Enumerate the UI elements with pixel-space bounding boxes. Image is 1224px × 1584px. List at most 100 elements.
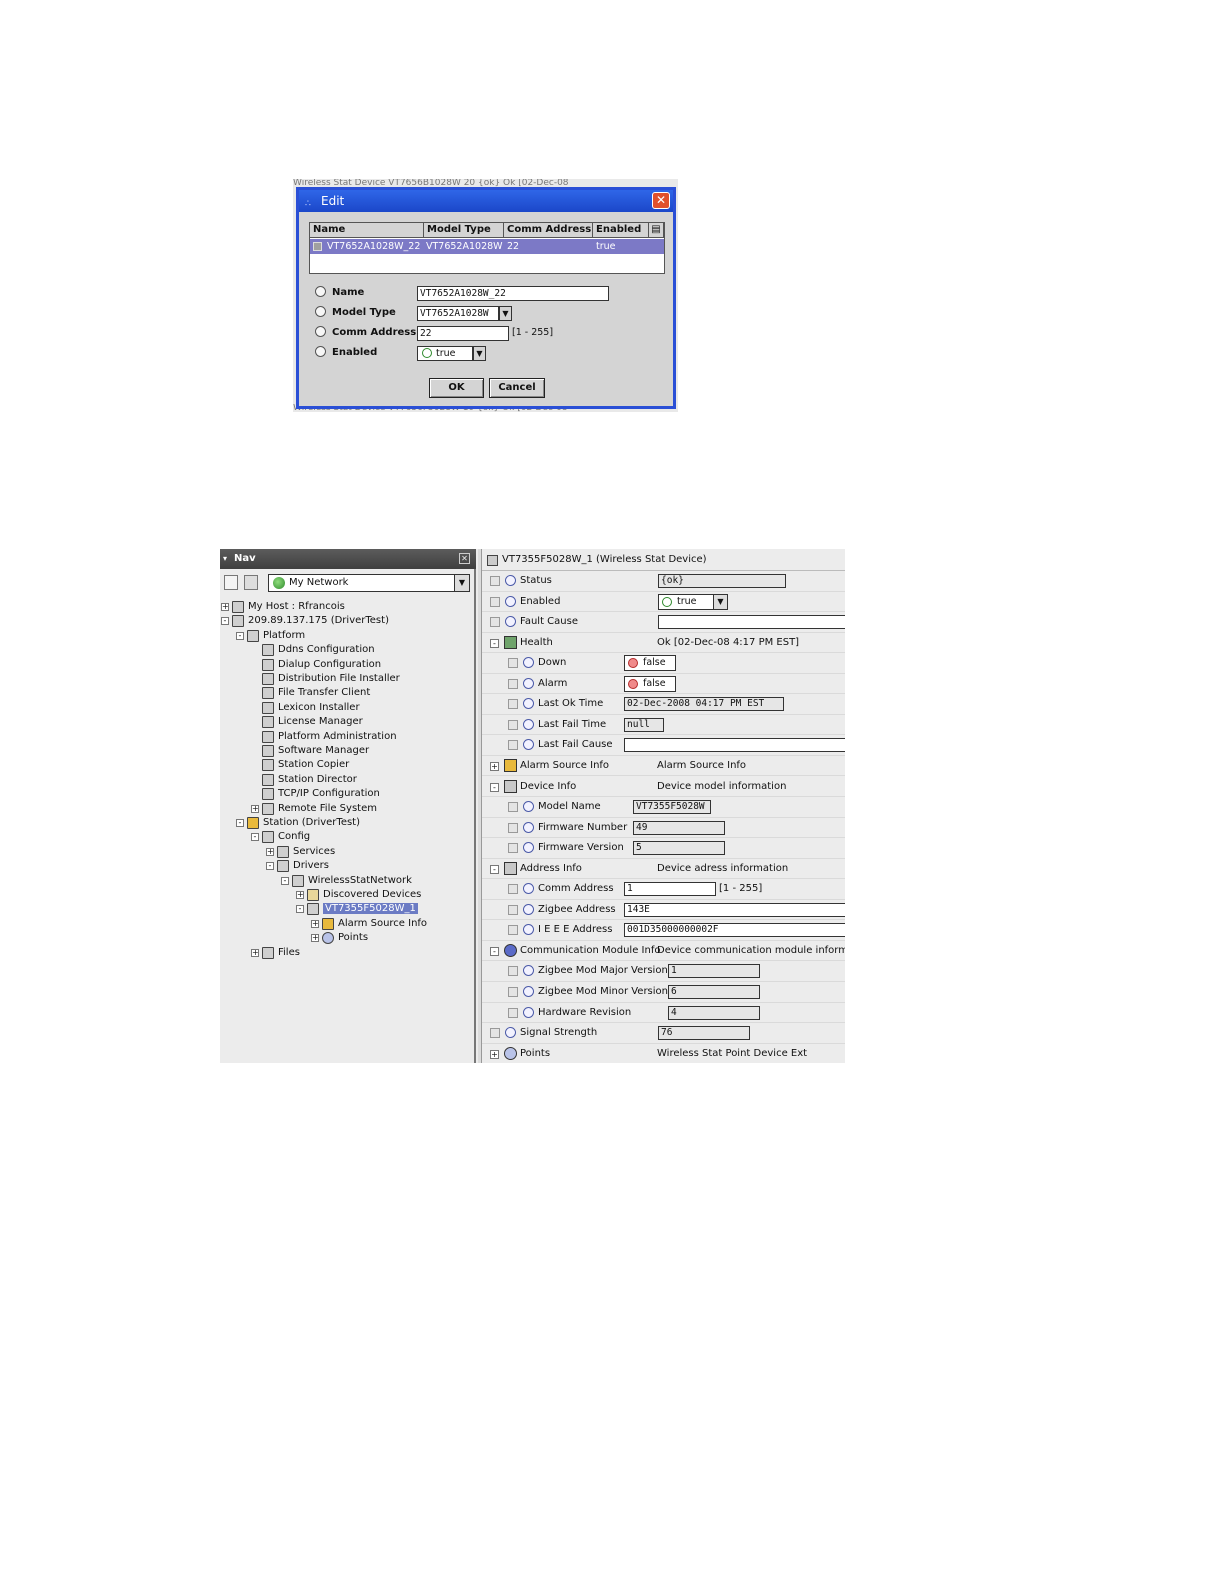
row-checkbox[interactable] — [508, 719, 518, 730]
tree-node[interactable]: - Station (DriverTest) — [220, 816, 470, 830]
property-group-row[interactable]: - Device Info Device model information — [482, 777, 845, 797]
property-row[interactable]: Model Name VT7355F5028W — [482, 797, 845, 818]
collapse-icon[interactable]: - — [266, 862, 274, 871]
tree-node[interactable]: - VT7355F5028W_1 — [220, 902, 470, 916]
property-row[interactable]: Alarm false — [482, 674, 845, 695]
expand-icon[interactable]: + — [490, 761, 499, 771]
tree-node[interactable]: + Remote File System — [220, 802, 470, 816]
name-input[interactable]: VT7652A1028W_22 — [417, 286, 609, 301]
property-row[interactable]: Enabled true ▼ — [482, 592, 845, 613]
dialog-title-bar[interactable]: ∴ Edit ✕ — [299, 190, 673, 212]
property-value-field[interactable] — [624, 738, 845, 753]
row-checkbox[interactable] — [490, 617, 500, 628]
row-checkbox[interactable] — [508, 658, 518, 669]
collapse-icon[interactable]: - — [236, 819, 244, 827]
property-row[interactable]: Hardware Revision 4 — [482, 1003, 845, 1024]
chevron-down-icon[interactable]: ▼ — [454, 575, 469, 591]
tree-node[interactable]: Software Manager — [220, 744, 470, 758]
property-value-field[interactable] — [658, 615, 845, 630]
tree-node[interactable]: + Alarm Source Info — [220, 917, 470, 931]
tree-node[interactable]: Lexicon Installer — [220, 701, 470, 715]
tree-node[interactable]: + Points — [220, 931, 470, 945]
tree-node[interactable]: - Platform — [220, 629, 470, 643]
tree-node[interactable]: TCP/IP Configuration — [220, 787, 470, 801]
expand-icon[interactable]: + — [221, 603, 229, 611]
property-value-field[interactable]: 6 — [668, 985, 760, 999]
column-header-comm-address[interactable]: Comm Address — [504, 223, 593, 238]
comm-address-input[interactable]: 22 — [417, 326, 509, 341]
tree-node[interactable]: - 209.89.137.175 (DriverTest) — [220, 614, 470, 628]
row-checkbox[interactable] — [490, 1028, 500, 1039]
property-value-field[interactable]: null — [624, 717, 664, 732]
property-value-field[interactable]: 143E — [624, 902, 845, 917]
row-checkbox[interactable] — [508, 699, 518, 710]
collapse-icon[interactable]: - — [251, 833, 259, 842]
table-row[interactable]: VT7652A1028W_22 VT7652A1028W 22 true — [310, 239, 664, 254]
tree-node[interactable]: - Config — [220, 830, 470, 844]
collapse-icon[interactable]: - — [490, 864, 499, 874]
refresh-icon[interactable] — [244, 575, 258, 590]
property-row[interactable]: Firmware Number 49 — [482, 818, 845, 839]
collapse-icon[interactable]: - — [281, 876, 289, 885]
tree-node[interactable]: Station Director — [220, 773, 470, 787]
collapse-icon[interactable]: - — [490, 782, 499, 792]
property-value-field[interactable]: VT7355F5028W — [633, 800, 711, 815]
tree-node[interactable]: Ddns Configuration — [220, 643, 470, 657]
property-row[interactable]: Comm Address 1 [1 - 255] — [482, 879, 845, 900]
property-row[interactable]: Zigbee Address 143E — [482, 900, 845, 921]
row-checkbox[interactable] — [508, 884, 518, 895]
property-value-field[interactable]: 001D35000000002F — [624, 923, 845, 938]
tree-node[interactable]: Platform Administration — [220, 730, 470, 744]
expand-icon[interactable]: + — [251, 948, 259, 957]
property-row[interactable]: I E E E Address 001D35000000002F — [482, 920, 845, 941]
close-icon[interactable]: ✕ — [652, 192, 670, 209]
collapse-icon[interactable]: - — [296, 905, 304, 914]
enabled-select[interactable]: true — [417, 346, 473, 361]
row-checkbox[interactable] — [508, 966, 518, 977]
row-checkbox[interactable] — [508, 904, 518, 915]
property-group-row[interactable]: - Address Info Device adress information — [482, 859, 845, 880]
new-document-icon[interactable] — [224, 575, 238, 590]
expand-icon[interactable]: + — [311, 919, 319, 928]
property-row[interactable]: Status {ok} — [482, 571, 845, 592]
enabled-radio[interactable] — [315, 346, 326, 357]
collapse-icon[interactable]: - — [490, 638, 499, 648]
property-group-row[interactable]: - Communication Module Info Device communi… — [482, 941, 845, 962]
boolean-field[interactable]: false — [624, 675, 676, 692]
row-checkbox[interactable] — [508, 925, 518, 936]
row-checkbox[interactable] — [490, 576, 500, 586]
boolean-field[interactable]: true ▼ — [658, 593, 728, 610]
expand-icon[interactable]: + — [311, 934, 319, 943]
row-checkbox[interactable] — [490, 596, 500, 607]
tree-node[interactable]: - Drivers — [220, 859, 470, 873]
property-value-field[interactable]: 1 — [668, 964, 760, 979]
column-header-name[interactable]: Name — [310, 223, 424, 238]
column-header-model-type[interactable]: Model Type — [424, 223, 504, 238]
collapse-icon[interactable]: - — [490, 946, 499, 956]
property-value-field[interactable]: 02-Dec-2008 04:17 PM EST — [624, 697, 784, 712]
row-checkbox[interactable] — [508, 822, 518, 833]
chevron-down-icon[interactable]: ▼ — [713, 594, 727, 609]
column-header-enabled[interactable]: Enabled — [593, 223, 649, 238]
boolean-field[interactable]: false — [624, 655, 676, 672]
name-radio[interactable] — [315, 286, 326, 297]
collapse-icon[interactable]: ▾ — [223, 549, 227, 569]
tree-node[interactable]: + Services — [220, 845, 470, 859]
property-row[interactable]: Fault Cause — [482, 612, 845, 633]
expand-icon[interactable]: + — [490, 1049, 499, 1059]
property-value-field[interactable]: 5 — [633, 841, 725, 856]
tree-node[interactable]: + My Host : Rfrancois — [220, 600, 470, 614]
tree-node[interactable]: Station Copier — [220, 758, 470, 772]
expand-icon[interactable]: + — [296, 891, 304, 899]
tree-node[interactable]: + Files — [220, 946, 470, 960]
property-row[interactable]: Zigbee Mod Minor Version 6 — [482, 982, 845, 1003]
property-row[interactable]: Signal Strength 76 — [482, 1023, 845, 1044]
expand-icon[interactable]: + — [266, 847, 274, 856]
cancel-button[interactable]: Cancel — [489, 378, 545, 398]
row-checkbox[interactable] — [508, 740, 518, 751]
property-row[interactable]: Last Fail Time null — [482, 715, 845, 736]
property-group-row[interactable]: + Points Wireless Stat Point Device Ext — [482, 1044, 845, 1063]
property-row[interactable]: Zigbee Mod Major Version 1 — [482, 961, 845, 982]
property-value-field[interactable]: {ok} — [658, 574, 786, 588]
row-checkbox[interactable] — [508, 678, 518, 689]
